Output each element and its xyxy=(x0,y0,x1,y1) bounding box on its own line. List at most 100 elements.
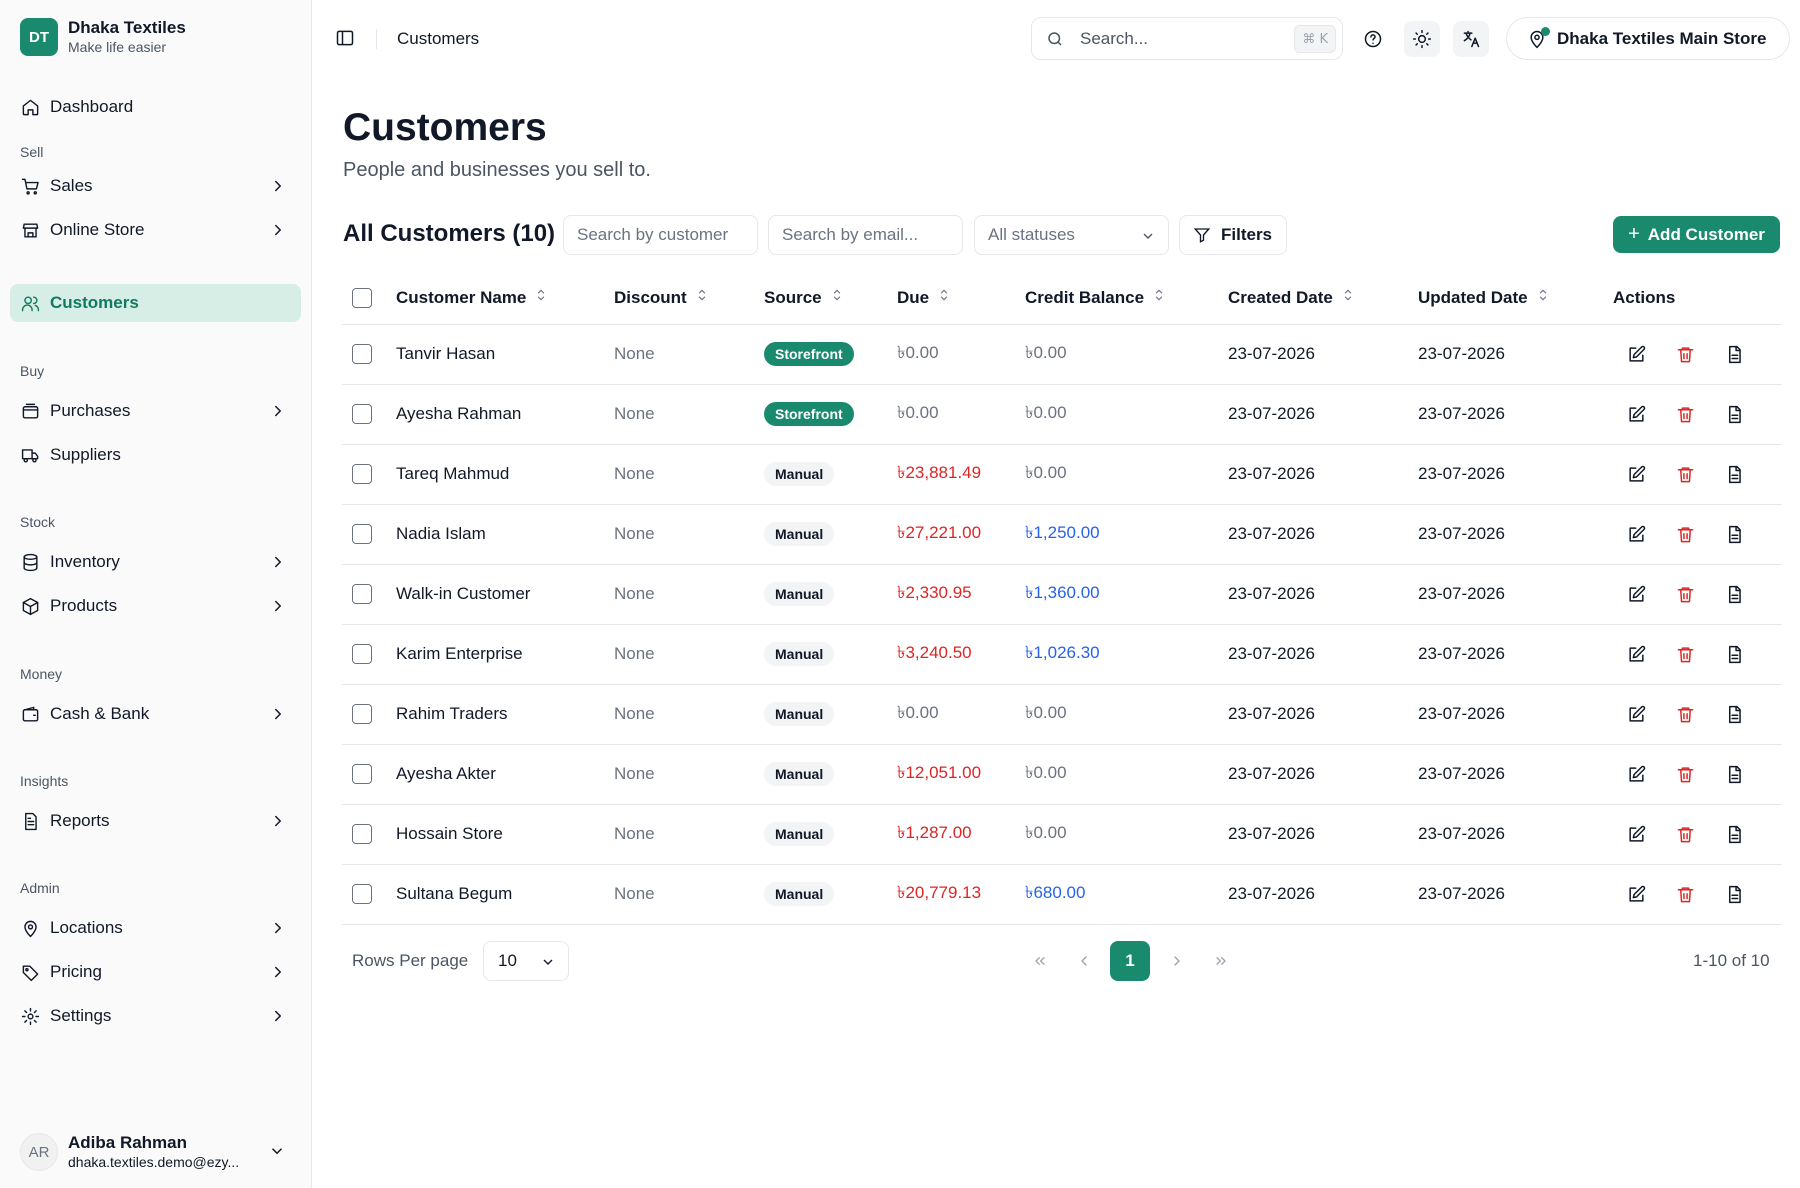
edit-icon[interactable] xyxy=(1625,883,1647,905)
column-header-due[interactable]: Due xyxy=(897,286,951,309)
customer-name[interactable]: Tanvir Hasan xyxy=(396,344,495,363)
edit-icon[interactable] xyxy=(1625,823,1647,845)
edit-icon[interactable] xyxy=(1625,343,1647,365)
table-row[interactable]: Rahim Traders None Manual ৳0.00 ৳0.00 23-07-2… xyxy=(342,684,1782,745)
customer-name[interactable]: Karim Enterprise xyxy=(396,644,523,663)
delete-icon[interactable] xyxy=(1674,403,1696,425)
edit-icon[interactable] xyxy=(1625,403,1647,425)
document-icon[interactable] xyxy=(1723,523,1745,545)
last-page-button[interactable] xyxy=(1201,941,1241,981)
column-header-source[interactable]: Source xyxy=(764,286,844,309)
status-select[interactable]: All statuses xyxy=(974,215,1169,255)
sidebar-item-pricing[interactable]: Pricing xyxy=(10,953,301,991)
row-checkbox[interactable] xyxy=(352,344,372,364)
table-row[interactable]: Nadia Islam None Manual ৳27,221.00 ৳1,250.00… xyxy=(342,504,1782,565)
document-icon[interactable] xyxy=(1723,883,1745,905)
document-icon[interactable] xyxy=(1723,763,1745,785)
column-header-created[interactable]: Created Date xyxy=(1228,286,1355,309)
prev-page-button[interactable] xyxy=(1064,941,1104,981)
column-header-discount[interactable]: Discount xyxy=(614,286,709,309)
table-row[interactable]: Sultana Begum None Manual ৳20,779.13 ৳680.00… xyxy=(342,864,1782,925)
row-checkbox[interactable] xyxy=(352,644,372,664)
document-icon[interactable] xyxy=(1723,343,1745,365)
page-button-current[interactable]: 1 xyxy=(1110,941,1150,981)
help-button[interactable] xyxy=(1355,21,1391,57)
column-header-credit[interactable]: Credit Balance xyxy=(1025,286,1166,309)
edit-icon[interactable] xyxy=(1625,523,1647,545)
sidebar-item-cash-bank[interactable]: Cash & Bank xyxy=(10,695,301,733)
edit-icon[interactable] xyxy=(1625,703,1647,725)
edit-icon[interactable] xyxy=(1625,763,1647,785)
document-icon[interactable] xyxy=(1723,463,1745,485)
edit-icon[interactable] xyxy=(1625,643,1647,665)
table-row[interactable]: Walk-in Customer None Manual ৳2,330.95 ৳1,36… xyxy=(342,564,1782,625)
row-checkbox[interactable] xyxy=(352,464,372,484)
row-checkbox[interactable] xyxy=(352,884,372,904)
add-customer-button[interactable]: + Add Customer xyxy=(1613,216,1780,253)
customer-name[interactable]: Nadia Islam xyxy=(396,524,486,543)
document-icon[interactable] xyxy=(1723,643,1745,665)
customer-name[interactable]: Tareq Mahmud xyxy=(396,464,509,483)
customer-name[interactable]: Walk-in Customer xyxy=(396,584,530,603)
brand[interactable]: DT Dhaka Textiles Make life easier xyxy=(20,18,186,56)
table-row[interactable]: Ayesha Rahman None Storefront ৳0.00 ৳0.00 23-… xyxy=(342,384,1782,445)
search-customer-input[interactable]: Search by customer xyxy=(563,215,758,255)
customer-name[interactable]: Rahim Traders xyxy=(396,704,507,723)
sidebar-item-dashboard[interactable]: Dashboard xyxy=(10,88,301,126)
edit-icon[interactable] xyxy=(1625,583,1647,605)
table-row[interactable]: Tareq Mahmud None Manual ৳23,881.49 ৳0.00 23-… xyxy=(342,444,1782,505)
customer-name[interactable]: Hossain Store xyxy=(396,824,503,843)
next-page-button[interactable] xyxy=(1157,941,1197,981)
customer-name[interactable]: Ayesha Rahman xyxy=(396,404,521,423)
delete-icon[interactable] xyxy=(1674,463,1696,485)
global-search[interactable]: Search... ⌘ K xyxy=(1031,17,1343,60)
document-icon[interactable] xyxy=(1723,583,1745,605)
row-checkbox[interactable] xyxy=(352,764,372,784)
delete-icon[interactable] xyxy=(1674,643,1696,665)
sidebar-item-sales[interactable]: Sales xyxy=(10,167,301,205)
sidebar-item-suppliers[interactable]: Suppliers xyxy=(10,436,301,474)
row-checkbox[interactable] xyxy=(352,584,372,604)
rows-per-page-select[interactable]: 10 xyxy=(483,941,569,981)
delete-icon[interactable] xyxy=(1674,703,1696,725)
row-checkbox[interactable] xyxy=(352,824,372,844)
sidebar-item-customers[interactable]: Customers xyxy=(10,284,301,322)
column-header-name[interactable]: Customer Name xyxy=(396,286,548,309)
row-checkbox[interactable] xyxy=(352,704,372,724)
table-row[interactable]: Ayesha Akter None Manual ৳12,051.00 ৳0.00 23-… xyxy=(342,744,1782,805)
sidebar-item-reports[interactable]: Reports xyxy=(10,802,301,840)
store-selector[interactable]: Dhaka Textiles Main Store xyxy=(1506,17,1790,60)
row-checkbox[interactable] xyxy=(352,404,372,424)
language-button[interactable] xyxy=(1453,21,1489,57)
first-page-button[interactable] xyxy=(1020,941,1060,981)
sidebar-item-products[interactable]: Products xyxy=(10,587,301,625)
delete-icon[interactable] xyxy=(1674,343,1696,365)
row-checkbox[interactable] xyxy=(352,524,372,544)
delete-icon[interactable] xyxy=(1674,523,1696,545)
table-row[interactable]: Karim Enterprise None Manual ৳3,240.50 ৳1,02… xyxy=(342,624,1782,685)
edit-icon[interactable] xyxy=(1625,463,1647,485)
delete-icon[interactable] xyxy=(1674,763,1696,785)
sidebar-item-purchases[interactable]: Purchases xyxy=(10,392,301,430)
document-icon[interactable] xyxy=(1723,703,1745,725)
delete-icon[interactable] xyxy=(1674,823,1696,845)
filters-button[interactable]: Filters xyxy=(1179,215,1287,255)
table-row[interactable]: Tanvir Hasan None Storefront ৳0.00 ৳0.00 23-0… xyxy=(342,324,1782,385)
search-email-input[interactable]: Search by email... xyxy=(768,215,963,255)
delete-icon[interactable] xyxy=(1674,883,1696,905)
delete-icon[interactable] xyxy=(1674,583,1696,605)
sidebar-item-locations[interactable]: Locations xyxy=(10,909,301,947)
sidebar-item-online-store[interactable]: Online Store xyxy=(10,211,301,249)
document-icon[interactable] xyxy=(1723,403,1745,425)
user-menu[interactable]: AR Adiba Rahman dhaka.textiles.demo@ezy.… xyxy=(20,1130,292,1174)
document-icon[interactable] xyxy=(1723,823,1745,845)
column-header-updated[interactable]: Updated Date xyxy=(1418,286,1550,309)
customer-name[interactable]: Sultana Begum xyxy=(396,884,512,903)
select-all-checkbox[interactable] xyxy=(352,287,372,308)
sidebar-toggle-icon[interactable] xyxy=(335,28,357,50)
customer-name[interactable]: Ayesha Akter xyxy=(396,764,496,783)
theme-toggle-button[interactable] xyxy=(1404,21,1440,57)
sidebar-item-settings[interactable]: Settings xyxy=(10,997,301,1035)
table-row[interactable]: Hossain Store None Manual ৳1,287.00 ৳0.00 23-… xyxy=(342,804,1782,865)
sidebar-item-inventory[interactable]: Inventory xyxy=(10,543,301,581)
